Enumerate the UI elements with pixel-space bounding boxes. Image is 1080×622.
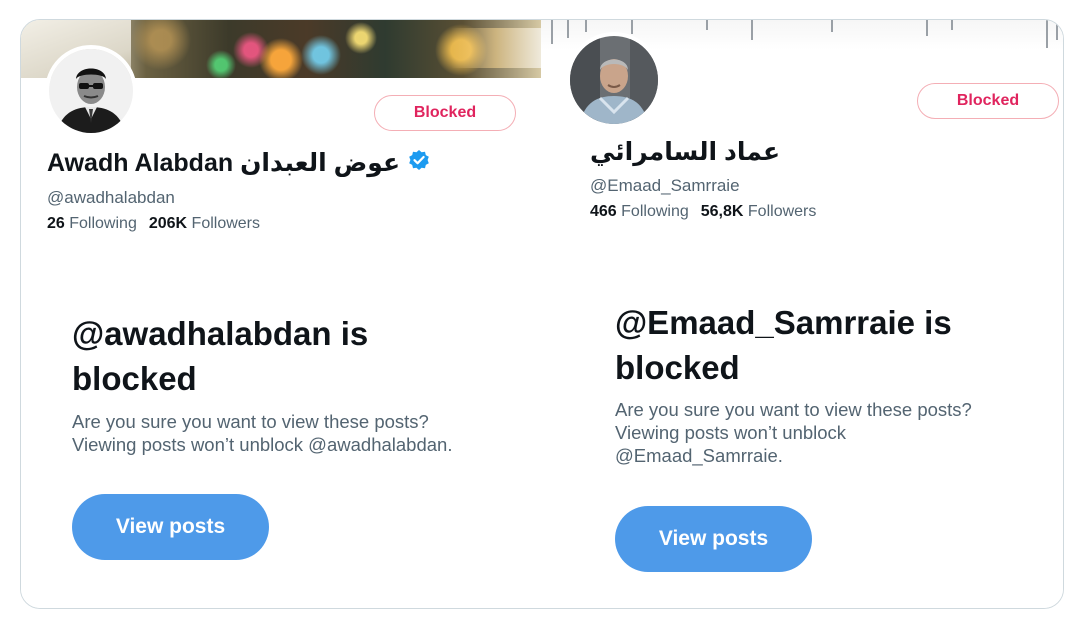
blocked-description-line: Viewing posts won’t unblock @awadhalabda… — [72, 434, 453, 455]
display-name: Awadh Alabdan عوض العبدان — [47, 149, 401, 177]
profile-panel-awadhalabdan: Blocked Awadh Alabdan عوض العبدان @awadh… — [21, 20, 541, 608]
blocked-button[interactable]: Blocked — [917, 83, 1059, 119]
followers-link[interactable]: 206K Followers — [149, 215, 260, 232]
followers-count: 56,8K — [700, 203, 744, 220]
display-name-row: عماد السامرائي — [590, 137, 780, 167]
view-posts-button[interactable]: View posts — [615, 506, 812, 572]
following-link[interactable]: 26 Following — [47, 215, 137, 232]
following-count: 466 — [590, 203, 617, 220]
blocked-title: @awadhalabdan is blocked — [72, 315, 369, 397]
followers-label: Followers — [747, 203, 817, 220]
following-label: Following — [621, 203, 689, 220]
profile-stats: 466 Following 56,8K Followers — [590, 203, 816, 221]
profile-panel-emaad-samrraie: Blocked عماد السامرائي @Emaad_Samrraie 4… — [541, 20, 1063, 608]
blocked-description-line: @Emaad_Samrraie. — [615, 445, 783, 466]
following-link[interactable]: 466 Following — [590, 203, 689, 220]
verified-badge-icon — [408, 149, 430, 178]
followers-count: 206K — [148, 215, 188, 232]
handle: @awadhalabdan — [47, 188, 175, 207]
profile-stats: 26 Following 206K Followers — [47, 215, 260, 233]
blocked-description: Are you sure you want to view these post… — [72, 410, 512, 456]
avatar[interactable] — [566, 32, 662, 128]
following-label: Following — [69, 215, 137, 232]
blocked-description-line: Are you sure you want to view these post… — [72, 411, 429, 432]
blocked-description: Are you sure you want to view these post… — [615, 398, 1045, 467]
handle: @Emaad_Samrraie — [590, 176, 740, 195]
followers-label: Followers — [191, 215, 261, 232]
blocked-description-line: Viewing posts won’t unblock — [615, 422, 847, 443]
blocked-button[interactable]: Blocked — [374, 95, 516, 131]
avatar[interactable] — [45, 45, 137, 137]
display-name: عماد السامرائي — [590, 138, 781, 166]
display-name-row: Awadh Alabdan عوض العبدان — [47, 148, 430, 178]
following-count: 26 — [47, 215, 65, 232]
blocked-description-line: Are you sure you want to view these post… — [615, 399, 972, 420]
blocked-title: @Emaad_Samrraie is blocked — [615, 304, 952, 386]
followers-link[interactable]: 56,8K Followers — [701, 203, 817, 220]
view-posts-button[interactable]: View posts — [72, 494, 269, 560]
screenshot-frame: Blocked Awadh Alabdan عوض العبدان @awadh… — [20, 19, 1064, 609]
